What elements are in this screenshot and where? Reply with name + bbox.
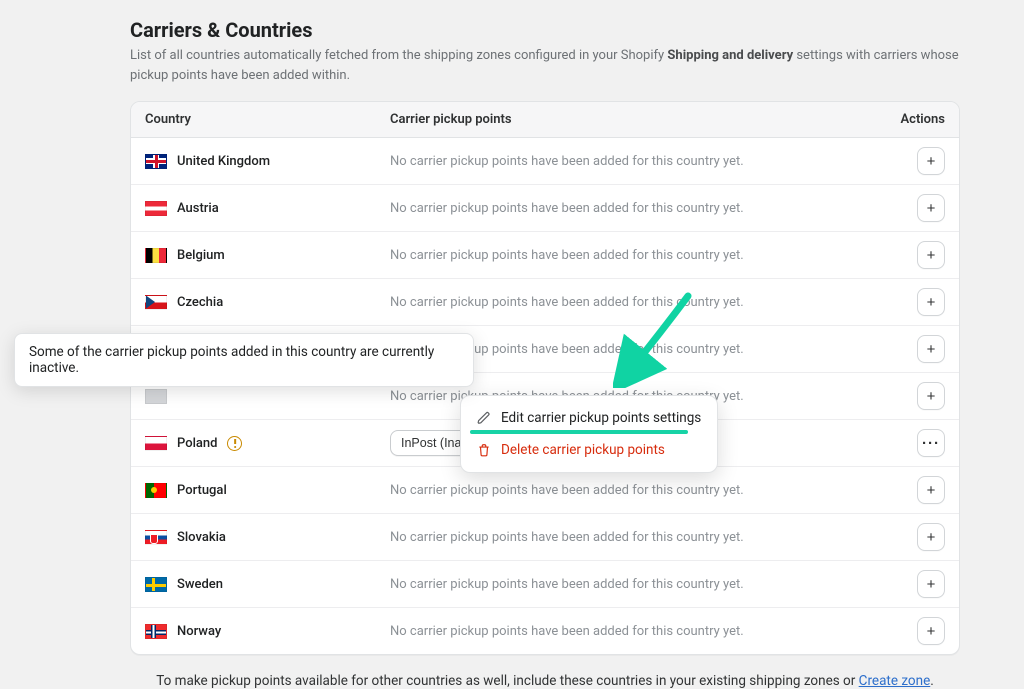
pencil-icon (477, 411, 491, 425)
footer-period: . (930, 673, 934, 689)
country-cell (145, 389, 390, 404)
carrier-action-popover: Edit carrier pickup points settings Dele… (460, 395, 718, 473)
table-row: United Kingdom No carrier pickup points h… (131, 138, 959, 185)
pickup-cell: No carrier pickup points have been added… (390, 577, 875, 592)
flag-icon (145, 389, 167, 404)
footer-note: To make pickup points available for othe… (130, 655, 960, 689)
add-carrier-button[interactable]: + (917, 617, 945, 645)
pickup-cell: No carrier pickup points have been added… (390, 248, 875, 263)
pickup-cell: No carrier pickup points have been added… (390, 154, 875, 169)
action-cell: + (875, 476, 945, 504)
table-row: Norway No carrier pickup points have been… (131, 608, 959, 654)
edit-pickup-label: Edit carrier pickup points settings (501, 410, 701, 426)
country-cell: Portugal (145, 483, 390, 498)
delete-pickup-item[interactable]: Delete carrier pickup points (461, 434, 717, 466)
country-cell: Norway (145, 624, 390, 639)
page-title: Carriers & Countries (130, 18, 960, 42)
country-cell: Czechia (145, 295, 390, 310)
country-name: Belgium (177, 248, 225, 263)
page-subtitle: List of all countries automatically fetc… (130, 46, 960, 85)
action-cell: + (875, 194, 945, 222)
country-cell: Poland (145, 436, 390, 451)
trash-icon (477, 443, 491, 457)
add-carrier-button[interactable]: + (917, 523, 945, 551)
add-carrier-button[interactable]: + (917, 147, 945, 175)
flag-icon (145, 530, 167, 545)
action-cell: + (875, 335, 945, 363)
add-carrier-button[interactable]: + (917, 570, 945, 598)
action-cell: + (875, 617, 945, 645)
country-cell: Austria (145, 201, 390, 216)
add-carrier-button[interactable]: + (917, 194, 945, 222)
table-row: Austria No carrier pickup points have bee… (131, 185, 959, 232)
flag-icon (145, 436, 167, 451)
action-cell: + (875, 241, 945, 269)
flag-icon (145, 295, 167, 310)
add-carrier-button[interactable]: + (917, 476, 945, 504)
subtitle-strong: Shipping and delivery (667, 48, 793, 63)
action-cell: + (875, 570, 945, 598)
flag-icon (145, 624, 167, 639)
annotation-highlight (470, 430, 688, 434)
add-carrier-button[interactable]: + (917, 335, 945, 363)
pickup-cell: No carrier pickup points have been added… (390, 295, 875, 310)
delete-pickup-label: Delete carrier pickup points (501, 442, 665, 458)
country-cell: Sweden (145, 577, 390, 592)
col-country: Country (145, 112, 390, 127)
flag-icon (145, 248, 167, 263)
country-cell: Belgium (145, 248, 390, 263)
country-cell: Slovakia (145, 530, 390, 545)
flag-icon (145, 577, 167, 592)
table-row: Slovakia No carrier pickup points have be… (131, 514, 959, 561)
inactive-tooltip: Some of the carrier pickup points added … (14, 333, 474, 387)
country-cell: United Kingdom (145, 154, 390, 169)
table-row: Portugal No carrier pickup points have be… (131, 467, 959, 514)
pickup-cell: No carrier pickup points have been added… (390, 201, 875, 216)
action-cell: + (875, 382, 945, 410)
country-name: Poland (177, 436, 217, 451)
pickup-cell: No carrier pickup points have been added… (390, 530, 875, 545)
country-name: Sweden (177, 577, 223, 592)
table-header: Country Carrier pickup points Actions (131, 102, 959, 138)
tooltip-text: Some of the carrier pickup points added … (29, 344, 434, 376)
country-name: United Kingdom (177, 154, 270, 169)
flag-icon (145, 483, 167, 498)
flag-icon (145, 201, 167, 216)
action-cell: + (875, 523, 945, 551)
warning-icon[interactable] (227, 436, 242, 451)
add-carrier-button[interactable]: + (917, 288, 945, 316)
country-name: Czechia (177, 295, 223, 310)
action-cell: + (875, 147, 945, 175)
country-name: Portugal (177, 483, 227, 498)
country-name: Slovakia (177, 530, 226, 545)
footer-text: To make pickup points available for othe… (156, 673, 858, 689)
pickup-cell: No carrier pickup points have been added… (390, 483, 875, 498)
subtitle-part-a: List of all countries automatically fetc… (130, 48, 667, 63)
add-carrier-button[interactable]: + (917, 382, 945, 410)
action-cell: ··· (875, 429, 945, 457)
col-pickup: Carrier pickup points (390, 112, 875, 127)
table-row: Czechia No carrier pickup points have bee… (131, 279, 959, 326)
country-name: Norway (177, 624, 221, 639)
add-carrier-button[interactable]: + (917, 241, 945, 269)
action-cell: + (875, 288, 945, 316)
pickup-cell: No carrier pickup points have been added… (390, 624, 875, 639)
create-zone-link[interactable]: Create zone (859, 673, 931, 689)
table-row: Belgium No carrier pickup points have bee… (131, 232, 959, 279)
country-name: Austria (177, 201, 219, 216)
more-actions-button[interactable]: ··· (917, 429, 945, 457)
col-actions: Actions (875, 112, 945, 127)
table-row: Sweden No carrier pickup points have been… (131, 561, 959, 608)
flag-icon (145, 154, 167, 169)
